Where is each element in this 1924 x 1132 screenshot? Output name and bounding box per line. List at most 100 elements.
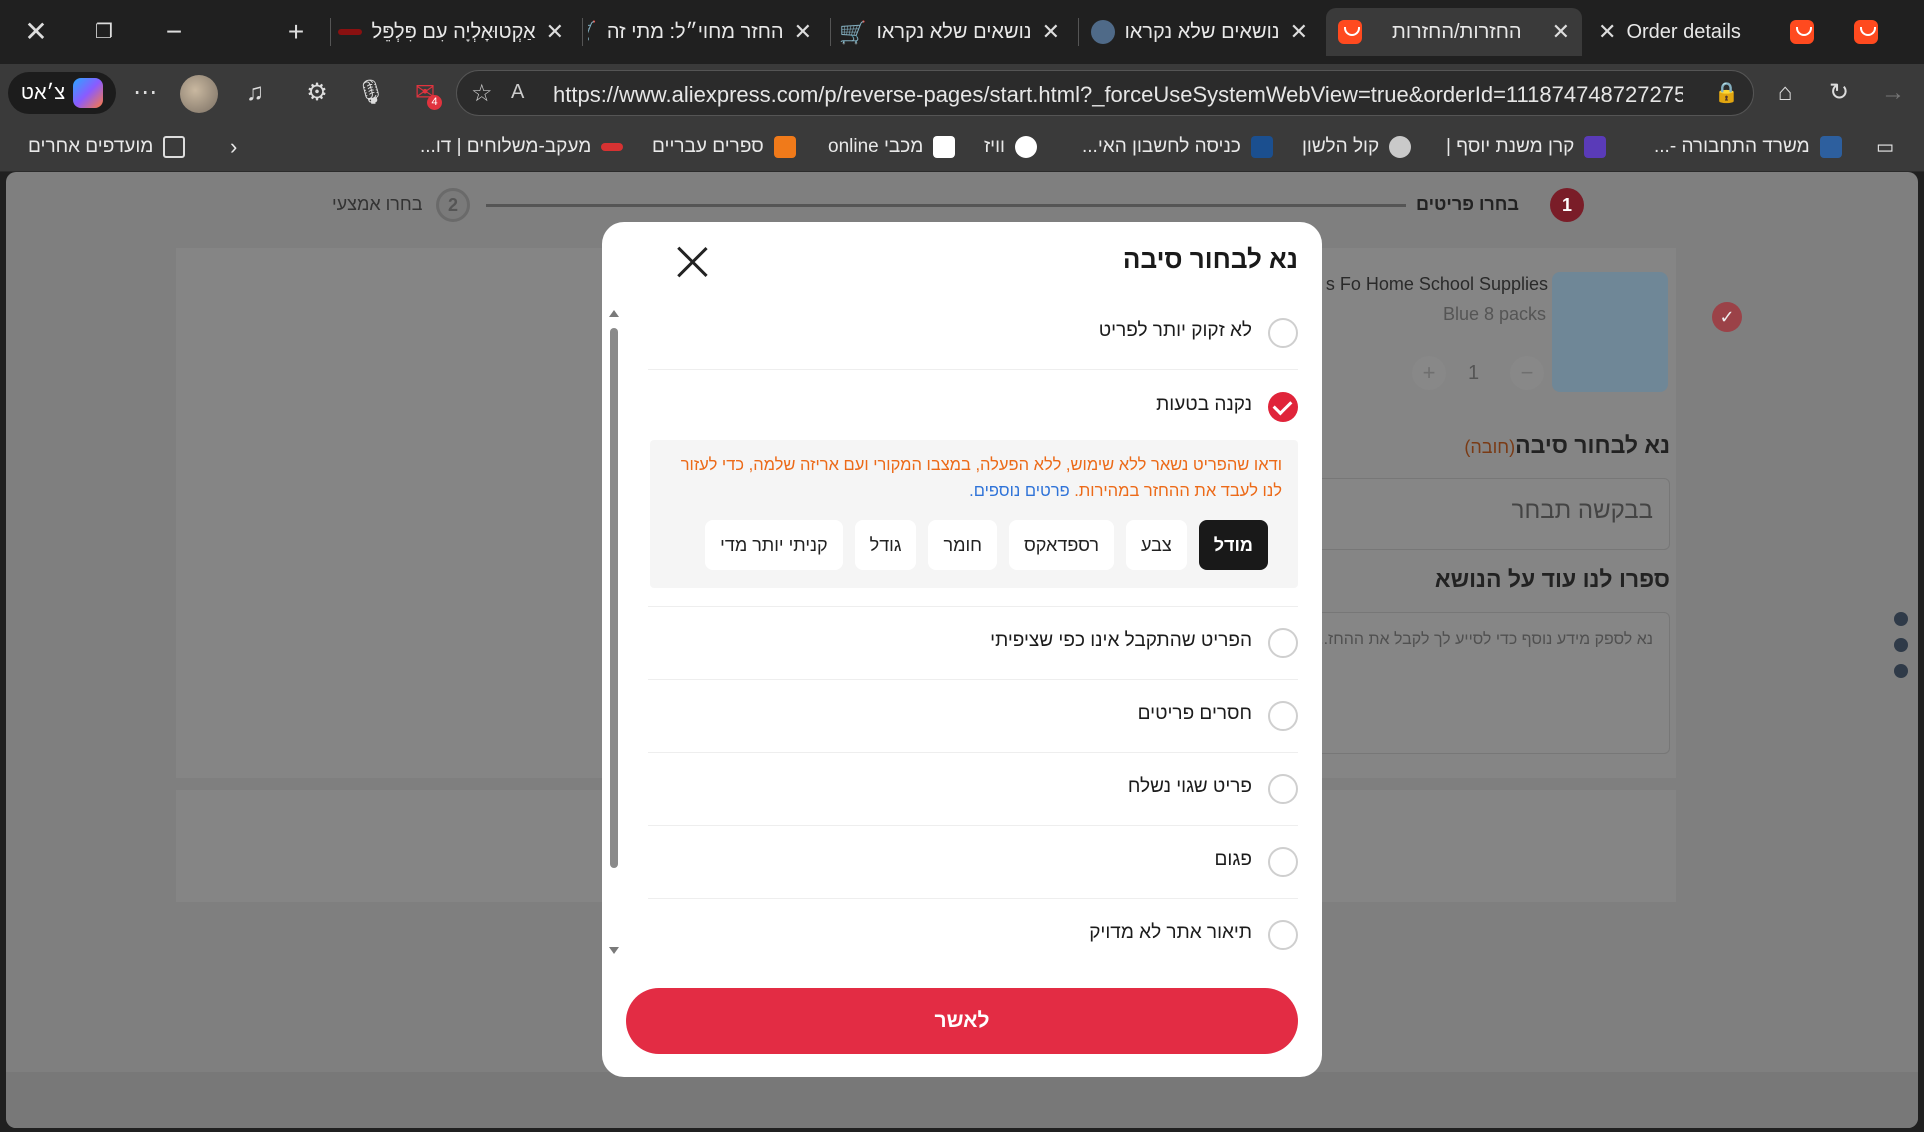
bookmark-mishnat-yosef[interactable]: קרן משנת יוסף | [1446,134,1607,160]
radio-button[interactable] [1268,920,1298,950]
tab-aktualia[interactable]: ✕ אַקְטוּאָלְיָה עִם פִּלְפֵּל [336,8,576,56]
bookmark-shipment-tracking[interactable]: מעקב-משלוחים | דו... [420,134,624,160]
radio-button-checked[interactable] [1268,392,1298,422]
mail-icon[interactable]: ✉ 4 [406,74,444,112]
bookmark-hebrew-books[interactable]: ספרים עבריים [652,134,796,160]
aliexpress-favicon-icon[interactable] [1790,20,1814,44]
side-menu-dots-icon[interactable] [1894,612,1908,690]
radio-button[interactable] [1268,628,1298,658]
bookmark-transport-ministry[interactable]: משרד התחבורה -... [1654,134,1842,160]
profile-avatar[interactable] [180,75,218,113]
other-favorites-folder[interactable]: מועדפים אחרים [28,134,186,160]
reason-option-wrong-item[interactable]: פריט שגוי נשלח [648,754,1298,826]
divider [648,606,1298,607]
bookmark-cal-login[interactable]: כניסה לחשבון האי... [1082,134,1273,160]
qty-decrease-button[interactable]: − [1510,356,1544,390]
forward-icon[interactable]: → [1874,74,1912,112]
info-text-block: ודאו שהפריט נשאר ללא שימוש, ללא הפעלה, ב… [670,452,1282,504]
reason-option-not-as-expected[interactable]: הפריט שהתקבל אינו כפי שציפיתי [648,608,1298,680]
reason-option-bought-by-mistake[interactable]: נקנה בטעות [648,372,1298,444]
bookmark-waze[interactable]: וויז [984,134,1037,160]
microphone-icon[interactable]: 🎙 [352,74,390,112]
address-bar[interactable]: ☆ A https://www.aliexpress.com/p/reverse… [456,70,1754,116]
mail-badge: 4 [427,95,442,110]
reason-option-inaccurate-description[interactable]: תיאור אתר לא מדויק [648,900,1298,972]
reason-option-no-longer-needed[interactable]: לא זקוק יותר לפריט [648,298,1298,370]
radio-button[interactable] [1268,774,1298,804]
bookmark-maccabi[interactable]: מכבי online [828,134,956,160]
qty-value: 1 [1468,362,1480,384]
qty-increase-button[interactable]: + [1412,356,1446,390]
tab-returns[interactable]: ✕ החזרות/החזרות [1326,8,1582,56]
step-2-label: בחרו אמצעי [332,194,423,214]
new-tab-icon[interactable]: + [274,12,318,52]
scroll-up-arrow-icon[interactable] [609,310,619,317]
tab-close-icon[interactable]: ✕ [1598,19,1616,45]
bookmark-label: משרד התחבורה -... [1654,136,1810,157]
chip-express[interactable]: רספדאקס [1008,520,1115,570]
tab-close-icon[interactable]: ✕ [1552,19,1570,45]
copilot-chat-button[interactable]: צ׳אט [8,72,116,114]
scroll-down-arrow-icon[interactable] [609,947,619,954]
browser-toolbar: צ׳אט ⋯ ♫ ⚙ 🎙 ✉ 4 ☆ A https://www.aliexpre… [0,64,1924,122]
tab-close-icon[interactable]: ✕ [794,19,812,45]
url-text[interactable]: https://www.aliexpress.com/p/reverse-pag… [553,82,1683,108]
tab-order-details[interactable]: ✕ Order details [1586,8,1776,56]
bookmark-kol-halashon[interactable]: קול הלשון [1302,134,1412,160]
site-favicon-icon [337,29,362,35]
tab-close-icon[interactable]: ✕ [1290,19,1308,45]
read-aloud-icon[interactable]: A [511,81,524,104]
tab-bar: ✕ ❐ − + ✕ אַקְטוּאָלְיָה עִם פִּלְפֵּל ✕… [0,0,1924,64]
chip-size[interactable]: גודל [854,520,917,570]
chip-material[interactable]: חומר [928,520,997,570]
chip-color[interactable]: צבע [1126,520,1187,570]
modal-scrollbar[interactable] [608,304,620,954]
tab-title: החזרות/החזרות [1392,20,1522,43]
close-window-icon[interactable]: ✕ [14,12,58,52]
chip-model[interactable]: מודל [1198,520,1268,570]
copilot-icon [73,78,104,108]
chevron-left-icon[interactable]: ‹ [230,134,237,160]
reason-option-missing-items[interactable]: חסרים פריטים [648,681,1298,753]
favorite-star-icon[interactable]: ☆ [471,79,493,108]
reason-label: הפריט שהתקבל אינו כפי שציפיתי [990,630,1252,651]
step-1-label: בחרו פריטים [1416,194,1519,214]
restore-window-icon[interactable]: ❐ [82,12,126,52]
confirm-button[interactable]: לאשר [626,988,1298,1054]
cart-icon: 🛒 [588,20,597,45]
close-icon[interactable] [676,246,708,278]
refresh-icon[interactable]: ↻ [1820,74,1858,112]
bookmark-label: קרן משנת יוסף | [1446,136,1575,157]
reason-info-box: ודאו שהפריט נשאר ללא שימוש, ללא הפעלה, ב… [650,440,1298,588]
lock-icon[interactable]: 🔒 [1714,80,1739,105]
sub-reason-chips: מודל צבע רספדאקס חומר גודל קניתי יותר מד… [705,520,1268,570]
modal-title: נא לבחור סיבה [1122,244,1298,274]
bookmark-favicon-icon [1584,136,1607,158]
radio-button[interactable] [1268,701,1298,731]
minimize-window-icon[interactable]: − [152,12,196,52]
tab-title: החזר מחוי״ל: מתי זה [606,20,784,43]
folder-icon [163,136,186,158]
radio-button[interactable] [1268,318,1298,348]
media-control-icon[interactable]: ♫ [236,74,274,112]
tab-refund-abroad[interactable]: ✕ החזר מחוי״ל: מתי זה 🛒 [588,8,824,56]
tab-close-icon[interactable]: ✕ [1042,19,1060,45]
collections-icon[interactable]: ▭ [1876,134,1894,160]
item-selected-checkbox[interactable]: ✓ [1712,302,1742,332]
radio-button[interactable] [1268,847,1298,877]
tab-close-icon[interactable]: ✕ [546,19,564,45]
scrollbar-thumb[interactable] [610,328,618,868]
home-icon[interactable]: ⌂ [1766,74,1804,112]
bookmark-label: כניסה לחשבון האי... [1082,136,1241,157]
extensions-icon[interactable]: ⚙ [298,74,336,112]
more-details-link[interactable]: פרטים נוספים. [969,482,1070,500]
chip-bought-too-many[interactable]: קניתי יותר מדי [705,520,843,570]
tab-title: Order details [1626,20,1741,43]
aliexpress-favicon-icon[interactable] [1854,20,1878,44]
tab-title: נושאים שלא נקראו [876,20,1032,43]
reason-option-damaged[interactable]: פגום [648,827,1298,899]
tab-unread-topics-2[interactable]: ✕ נושאים שלא נקראו [1084,8,1320,56]
tab-unread-topics-1[interactable]: ✕ נושאים שלא נקראו 🛒 [836,8,1072,56]
more-options-icon[interactable]: ⋯ [126,74,164,112]
details-heading: ספרו לנו עוד על הנושא [1434,566,1670,592]
